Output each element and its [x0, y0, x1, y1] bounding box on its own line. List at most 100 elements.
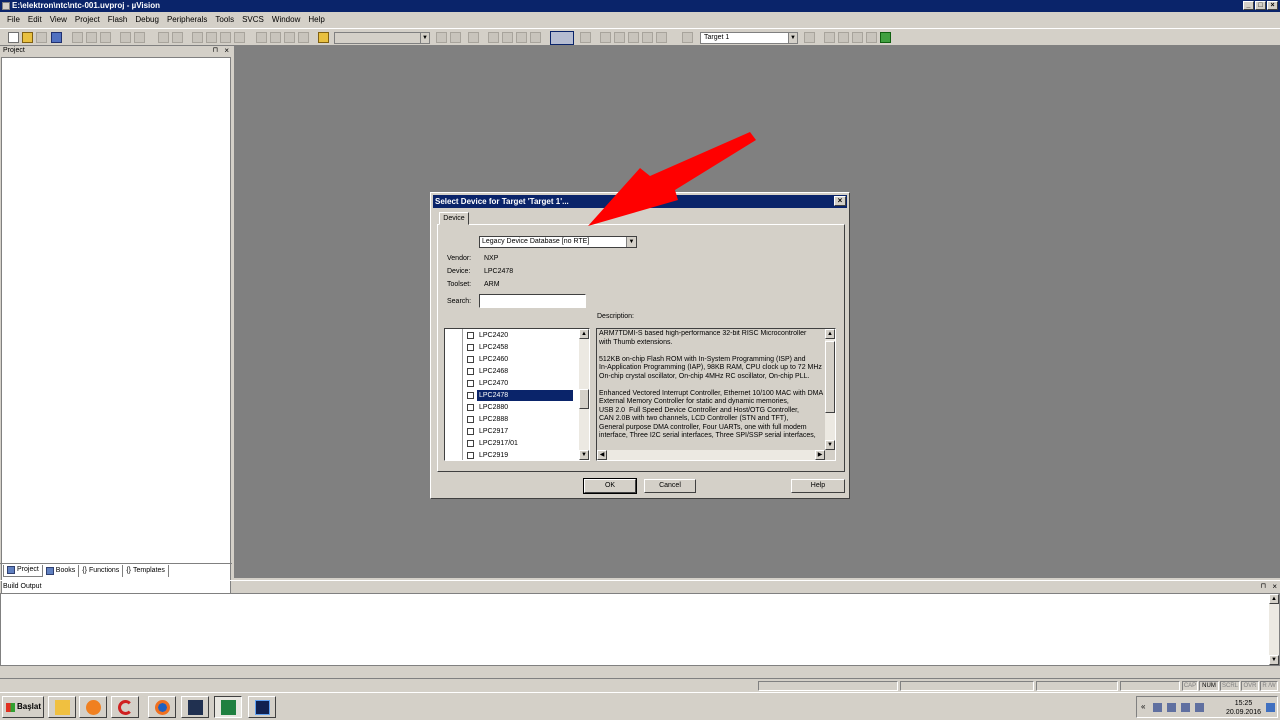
- tray-expand-icon[interactable]: «: [1141, 702, 1150, 711]
- menu-tools[interactable]: Tools: [211, 13, 238, 27]
- description-hscrollbar[interactable]: ◀ ▶: [597, 450, 825, 460]
- scroll-up-icon[interactable]: ▲: [579, 329, 589, 339]
- menu-edit[interactable]: Edit: [24, 13, 46, 27]
- configure-icon[interactable]: [580, 32, 591, 43]
- scroll-up-icon[interactable]: ▲: [1269, 594, 1279, 604]
- build-target-icon[interactable]: [600, 32, 611, 43]
- tab-templates[interactable]: {} Templates: [123, 564, 169, 577]
- scroll-left-icon[interactable]: ◀: [597, 450, 607, 460]
- tab-books[interactable]: Books: [43, 564, 80, 577]
- debug-session-icon[interactable]: [468, 32, 479, 43]
- menu-debug[interactable]: Debug: [131, 13, 163, 27]
- scroll-thumb[interactable]: [825, 341, 835, 413]
- window-layout-button[interactable]: [550, 31, 574, 45]
- scroll-thumb[interactable]: [579, 389, 589, 409]
- breakpoint-enable-icon[interactable]: [502, 32, 513, 43]
- scroll-right-icon[interactable]: ▶: [815, 450, 825, 460]
- close-icon[interactable]: ×: [1272, 581, 1277, 593]
- close-window-button[interactable]: ×: [1267, 1, 1278, 10]
- device-list[interactable]: LPC2420 LPC2458 LPC2460 LPC2468 LPC2470 LPC24…: [444, 328, 590, 461]
- save-all-icon[interactable]: [51, 32, 62, 43]
- taskbar-app[interactable]: [181, 696, 209, 718]
- clock[interactable]: 15:25 20.09.2016: [1226, 699, 1261, 717]
- device-list-item[interactable]: LPC2470: [467, 378, 510, 389]
- device-list-item[interactable]: LPC2420: [467, 330, 510, 341]
- menu-window[interactable]: Window: [268, 13, 304, 27]
- menu-peripherals[interactable]: Peripherals: [163, 13, 211, 27]
- undo-icon[interactable]: [120, 32, 131, 43]
- run-environment-icon[interactable]: [880, 32, 891, 43]
- cut-icon[interactable]: [72, 32, 83, 43]
- menu-file[interactable]: File: [3, 13, 24, 27]
- breakpoint-insert-icon[interactable]: [488, 32, 499, 43]
- taskbar-media-player[interactable]: [79, 696, 107, 718]
- device-list-item[interactable]: LPC2460: [467, 354, 510, 365]
- device-list-scrollbar[interactable]: ▲ ▼: [579, 329, 589, 460]
- close-icon[interactable]: ×: [224, 46, 229, 56]
- menu-project[interactable]: Project: [71, 13, 104, 27]
- taskbar-ccleaner[interactable]: [111, 696, 139, 718]
- copy-icon[interactable]: [86, 32, 97, 43]
- download-icon[interactable]: [656, 32, 667, 43]
- incremental-find-icon[interactable]: [450, 32, 461, 43]
- scroll-down-icon[interactable]: ▼: [1269, 655, 1279, 665]
- target-select[interactable]: Target 1 ▼: [700, 32, 798, 44]
- unindent-icon[interactable]: [270, 32, 281, 43]
- stop-build-icon[interactable]: [642, 32, 653, 43]
- build-output-scrollbar[interactable]: ▲ ▼: [1269, 594, 1279, 665]
- indent-icon[interactable]: [256, 32, 267, 43]
- device-list-item[interactable]: LPC2917/01: [467, 438, 520, 449]
- device-list-item[interactable]: LPC2919: [467, 450, 510, 460]
- find-combo[interactable]: ▼: [334, 32, 430, 44]
- pack-installer-icon[interactable]: [866, 32, 877, 43]
- rebuild-icon[interactable]: [614, 32, 625, 43]
- device-list-item[interactable]: LPC2478: [467, 390, 573, 401]
- taskbar-uvision[interactable]: [214, 696, 242, 718]
- description-box[interactable]: ARM7TDMI-S based high-performance 32-bit…: [596, 328, 836, 461]
- tab-device[interactable]: Device: [439, 212, 469, 225]
- dialog-close-button[interactable]: ×: [834, 196, 846, 206]
- redo-icon[interactable]: [134, 32, 145, 43]
- menu-flash[interactable]: Flash: [104, 13, 132, 27]
- comment-icon[interactable]: [284, 32, 295, 43]
- find-icon[interactable]: [436, 32, 447, 43]
- pin-icon[interactable]: ⊓: [1261, 581, 1266, 593]
- manage-components-icon[interactable]: [838, 32, 849, 43]
- nav-forward-icon[interactable]: [172, 32, 183, 43]
- menu-help[interactable]: Help: [304, 13, 328, 27]
- tray-app-icon[interactable]: [1195, 703, 1204, 712]
- device-list-item[interactable]: LPC2917: [467, 426, 510, 437]
- open-file-icon[interactable]: [22, 32, 33, 43]
- new-file-icon[interactable]: [8, 32, 19, 43]
- device-list-item[interactable]: LPC2888: [467, 414, 510, 425]
- bookmark-icon[interactable]: [192, 32, 203, 43]
- paste-icon[interactable]: [100, 32, 111, 43]
- save-icon[interactable]: [36, 32, 47, 43]
- device-list-item[interactable]: LPC2880: [467, 402, 510, 413]
- scroll-down-icon[interactable]: ▼: [579, 450, 589, 460]
- scroll-down-icon[interactable]: ▼: [825, 440, 835, 450]
- batch-build-icon[interactable]: [628, 32, 639, 43]
- nav-back-icon[interactable]: [158, 32, 169, 43]
- tray-volume-icon[interactable]: [1181, 703, 1190, 712]
- minimize-button[interactable]: _: [1243, 1, 1254, 10]
- device-list-item[interactable]: LPC2458: [467, 342, 510, 353]
- uncomment-icon[interactable]: [298, 32, 309, 43]
- taskbar-explorer[interactable]: [48, 696, 76, 718]
- taskbar-photoshop[interactable]: [248, 696, 276, 718]
- ok-button[interactable]: OK: [583, 478, 637, 494]
- device-database-select[interactable]: Legacy Device Database [no RTE] ▼: [479, 236, 637, 248]
- breakpoint-kill-icon[interactable]: [530, 32, 541, 43]
- device-list-item[interactable]: LPC2468: [467, 366, 510, 377]
- bookmark-next-icon[interactable]: [220, 32, 231, 43]
- start-button[interactable]: Başlat: [2, 696, 44, 718]
- file-extensions-icon[interactable]: [824, 32, 835, 43]
- build-output-pane[interactable]: ▲ ▼: [0, 593, 1280, 666]
- bookmark-prev-icon[interactable]: [206, 32, 217, 43]
- description-scrollbar[interactable]: ▲ ▼: [825, 329, 835, 450]
- maximize-button[interactable]: □: [1255, 1, 1266, 10]
- menu-svcs[interactable]: SVCS: [238, 13, 268, 27]
- help-button[interactable]: Help: [791, 479, 845, 493]
- bookmark-clear-icon[interactable]: [234, 32, 245, 43]
- cancel-button[interactable]: Cancel: [644, 479, 696, 493]
